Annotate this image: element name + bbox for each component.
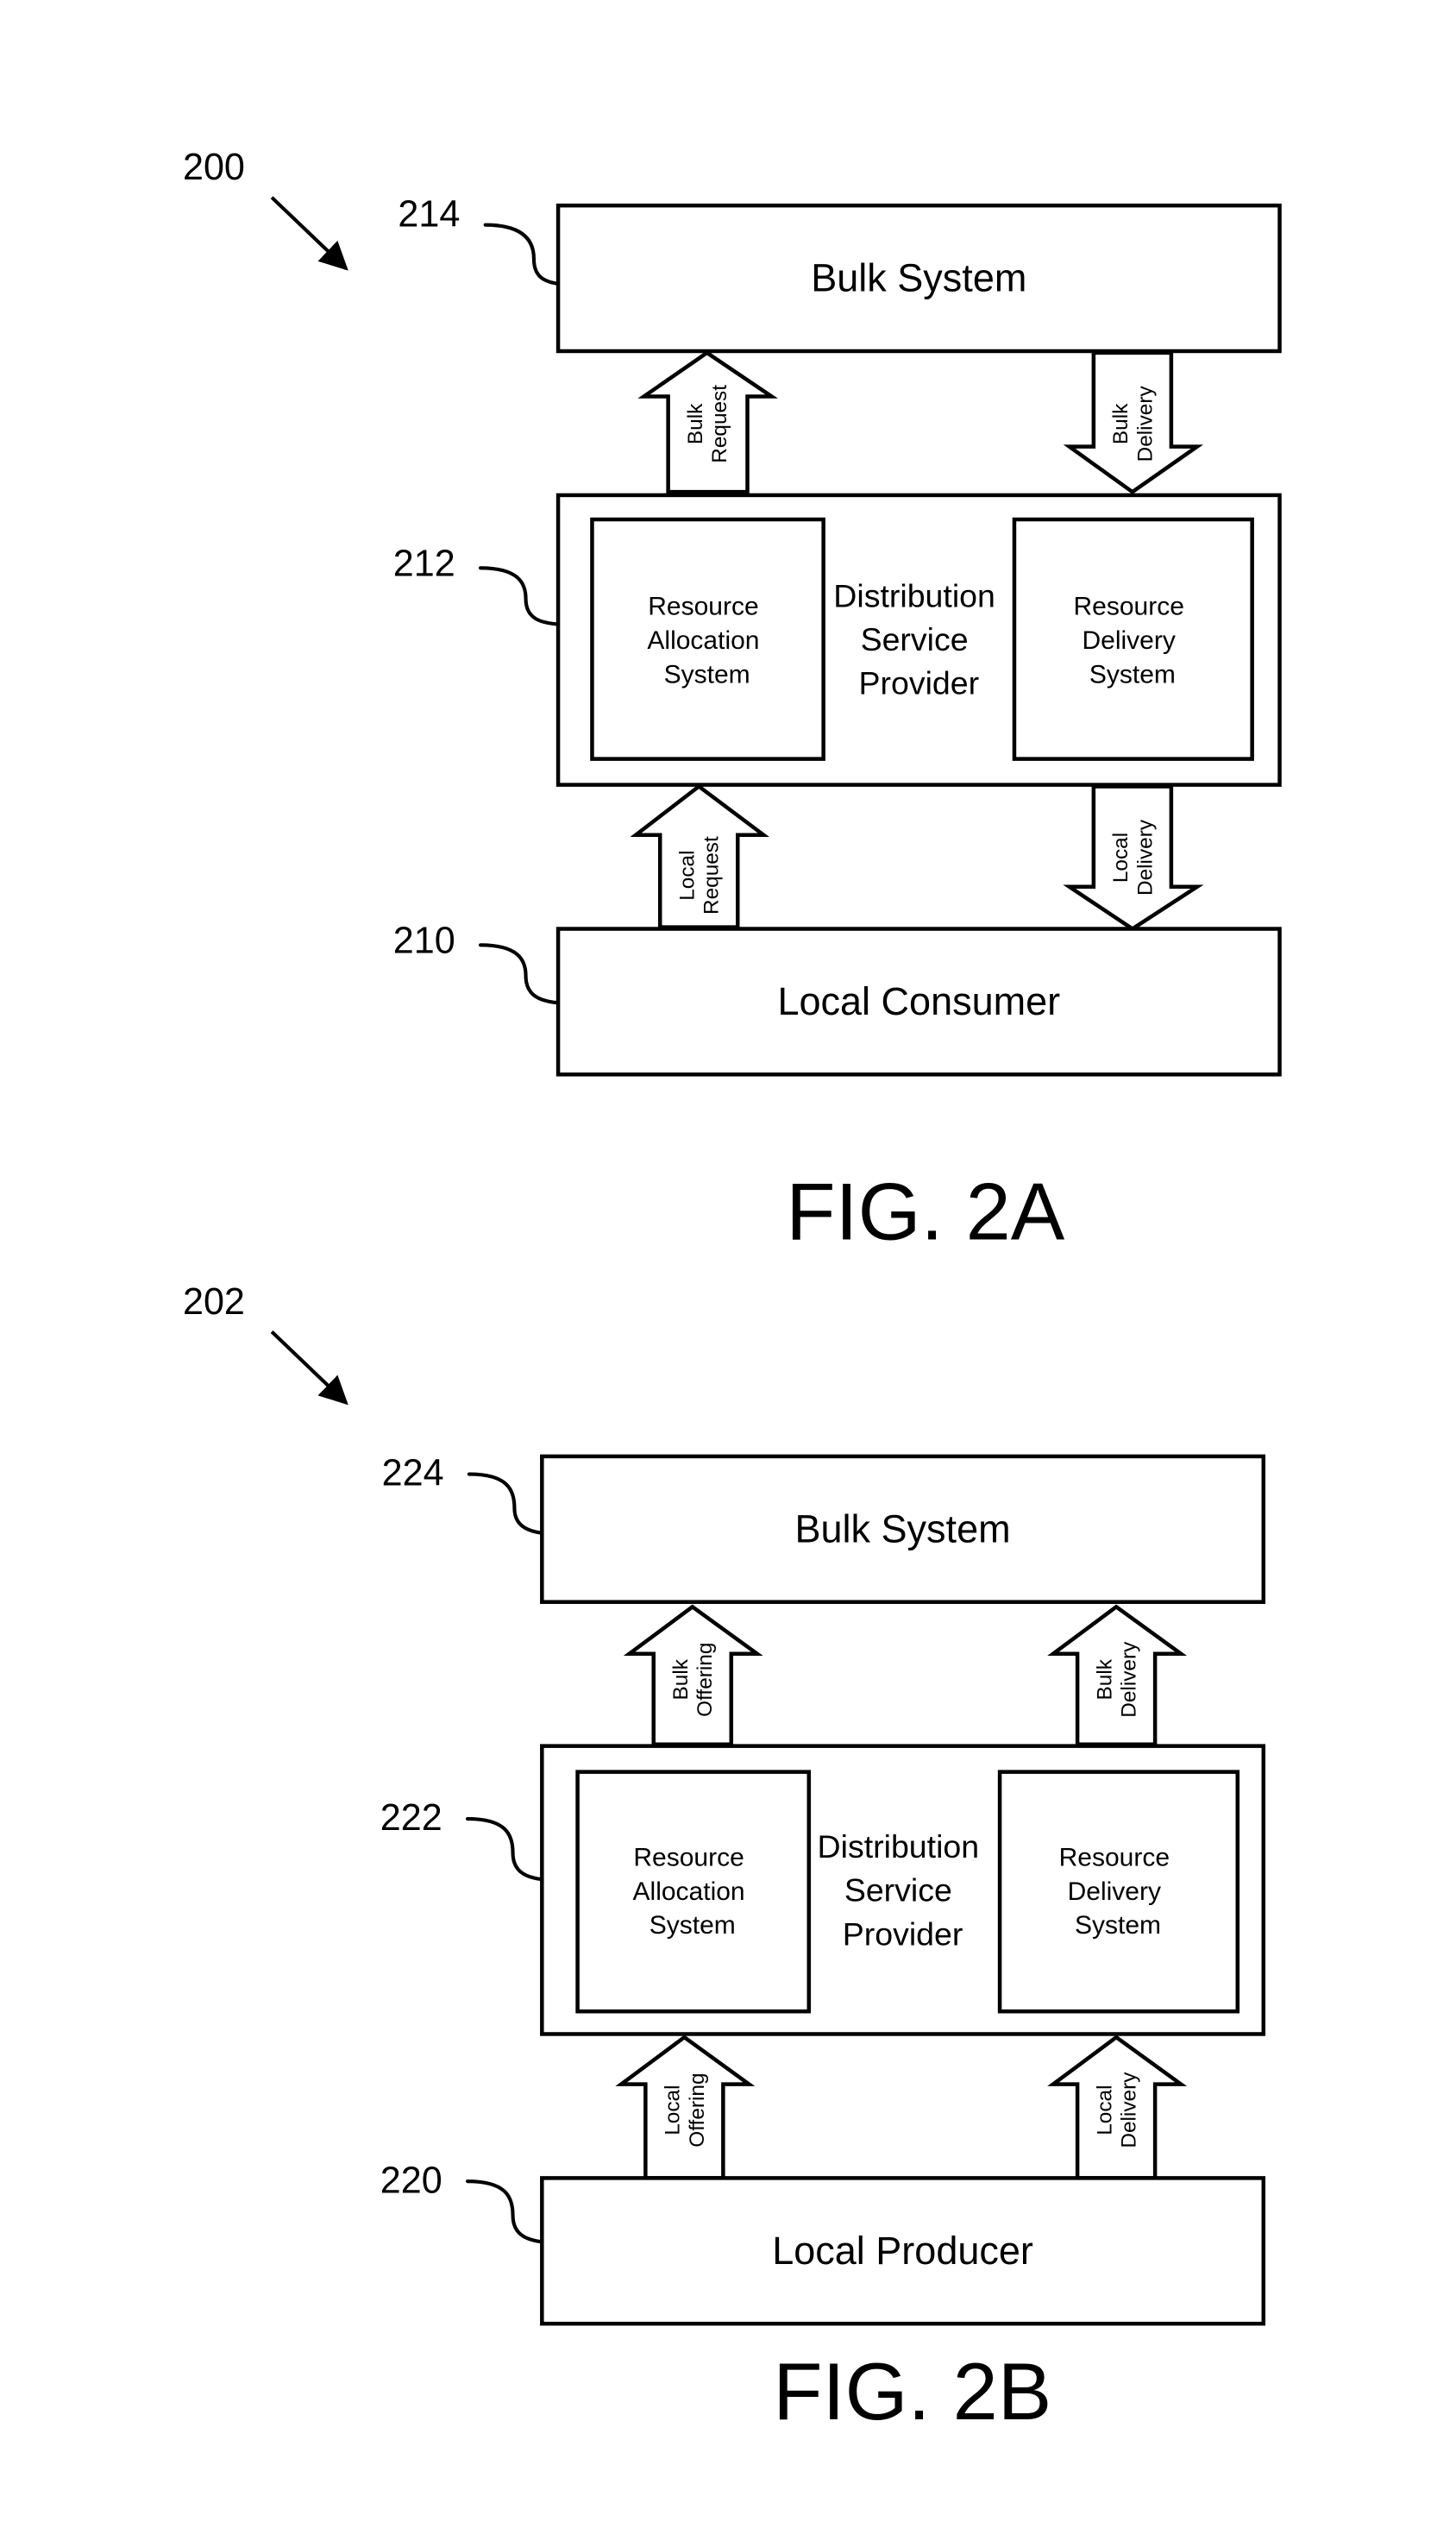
local-offering-arrow: Local Offering <box>615 2034 756 2180</box>
figure-ref-202: 202 <box>183 1281 245 1323</box>
figure-2b: 202 224 Bulk System Bulk Offering Bulk D… <box>183 1281 1266 2437</box>
figure-caption-2b: FIG. 2B <box>773 2346 1051 2437</box>
resource-delivery-label: Resource Delivery System <box>1073 593 1191 689</box>
arrow-label-line: Delivery <box>1133 819 1157 896</box>
bulk-system-label: Bulk System <box>811 256 1026 300</box>
ref-label-220: 220 <box>380 2160 442 2201</box>
local-delivery-arrow: Local Delivery <box>1047 2034 1188 2180</box>
figure-caption-2a: FIG. 2A <box>786 1167 1065 1257</box>
arrow-label-line: Delivery <box>1133 386 1157 462</box>
arrow-label-line: Bulk <box>684 403 707 444</box>
arrow-label-line: Bulk <box>669 1658 693 1700</box>
bulk-system-label: Bulk System <box>795 1506 1011 1550</box>
local-consumer-label: Local Consumer <box>777 979 1060 1023</box>
patent-figure-sheet: 200 214 Bulk System Bulk Request Bulk De… <box>183 147 1282 2437</box>
bulk-delivery-arrow: Bulk Delivery <box>1063 350 1204 494</box>
arrow-label-line: Local <box>1093 2085 1116 2135</box>
ref-label-210: 210 <box>393 921 455 962</box>
figure-ref-200: 200 <box>183 147 245 188</box>
leader-line-210 <box>478 943 572 1005</box>
bulk-request-arrow: Bulk Request <box>637 350 778 494</box>
ref-label-214: 214 <box>398 194 460 236</box>
ref-label-212: 212 <box>393 544 455 585</box>
arrow-label-line: Offering <box>693 1643 717 1717</box>
resource-allocation-label: Resource Allocation System <box>647 593 766 689</box>
arrow-label-line: Delivery <box>1118 2072 1141 2148</box>
figure-pointer-arrow-icon <box>270 196 348 271</box>
figure-2a: 200 214 Bulk System Bulk Request Bulk De… <box>183 147 1282 1257</box>
figure-pointer-arrow-icon <box>270 1330 348 1406</box>
bulk-offering-arrow: Bulk Offering <box>623 1604 763 1747</box>
arrow-label-line: Bulk <box>1093 1658 1116 1700</box>
local-producer-label: Local Producer <box>772 2229 1033 2273</box>
resource-delivery-label: Resource Delivery System <box>1059 1843 1177 1940</box>
arrow-label-line: Offering <box>686 2072 709 2147</box>
arrow-label-line: Local <box>676 850 700 900</box>
arrow-label-line: Delivery <box>1118 1641 1141 1718</box>
arrow-label-line: Request <box>700 836 724 915</box>
arrow-label-line: Bulk <box>1109 403 1133 444</box>
bulk-delivery-arrow: Bulk Delivery <box>1047 1604 1188 1747</box>
arrow-label-line: Local <box>662 2085 685 2135</box>
ref-label-222: 222 <box>380 1797 442 1839</box>
arrow-label-line: Local <box>1109 833 1133 883</box>
leader-line-212 <box>478 566 572 626</box>
arrow-label-line: Request <box>708 385 731 463</box>
ref-label-224: 224 <box>382 1453 444 1494</box>
local-request-arrow: Local Request <box>630 783 770 929</box>
resource-allocation-label: Resource Allocation System <box>633 1843 752 1940</box>
local-delivery-arrow: Local Delivery <box>1063 784 1204 932</box>
